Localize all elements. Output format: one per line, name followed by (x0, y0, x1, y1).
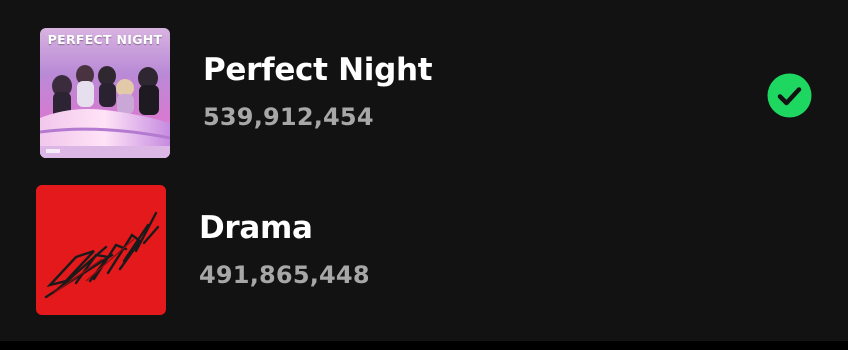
track-row-drama[interactable]: Drama 491,865,448 (0, 183, 848, 315)
cover-art-perfect-night (40, 28, 170, 158)
track-list: PERFECT NIGHT Perfect Night 539,912,454 (0, 0, 848, 341)
track-title: Drama (199, 210, 313, 246)
saved-check-button[interactable] (767, 73, 812, 118)
cover-art-drama (36, 185, 166, 315)
track-title: Perfect Night (203, 52, 433, 88)
album-cover-perfect-night: PERFECT NIGHT (40, 28, 170, 158)
cover-title-text: PERFECT NIGHT (47, 32, 163, 47)
track-play-count: 539,912,454 (203, 103, 374, 131)
check-circle-icon (767, 73, 812, 118)
album-cover-drama (36, 185, 166, 315)
track-row-perfect-night[interactable]: PERFECT NIGHT Perfect Night 539,912,454 (0, 26, 848, 158)
track-play-count: 491,865,448 (199, 261, 370, 289)
bottom-edge-bar (0, 341, 848, 350)
